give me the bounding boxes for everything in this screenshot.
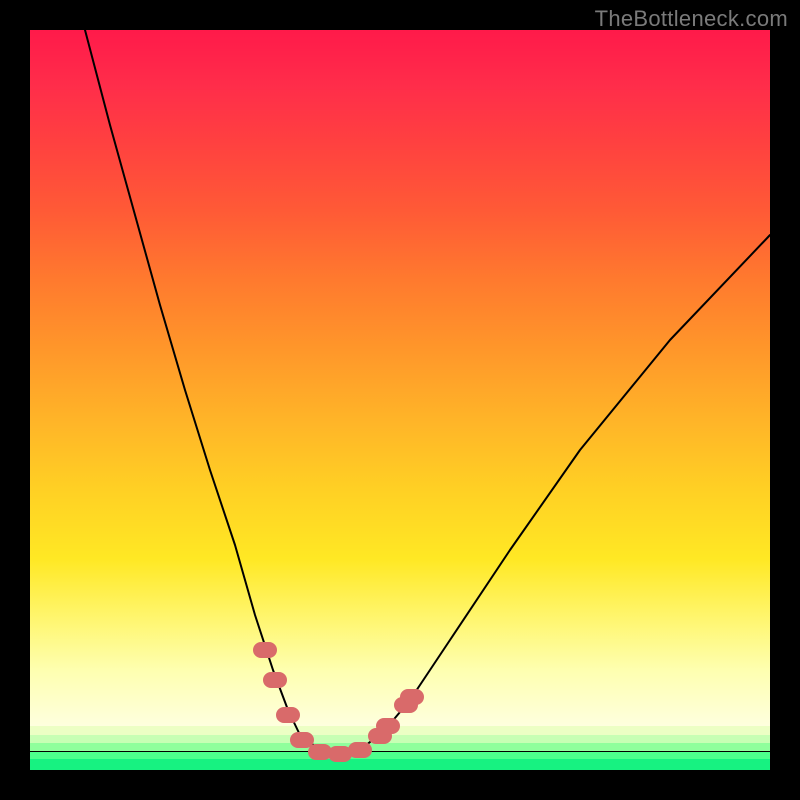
curve-svg — [30, 30, 770, 770]
chart-frame: TheBottleneck.com — [0, 0, 800, 800]
watermark-text: TheBottleneck.com — [595, 6, 788, 32]
bottleneck-curve — [85, 30, 770, 754]
plot-area — [30, 30, 770, 770]
